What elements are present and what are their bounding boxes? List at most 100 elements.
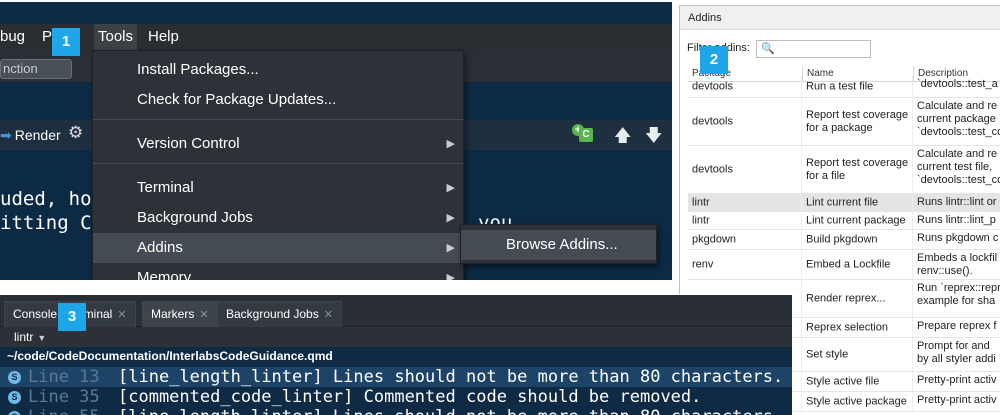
table-row[interactable]: pkgdown Build pkgdown Runs pkgdown c bbox=[688, 230, 1000, 250]
addin-description-cell: Run `reprex::repr example for sha bbox=[913, 280, 1000, 317]
tab-label: Console bbox=[13, 307, 58, 321]
menu-item-label: Addins bbox=[137, 239, 183, 256]
addin-name-cell: Run a test file bbox=[802, 76, 913, 97]
search-icon: 🔍 bbox=[761, 43, 775, 55]
menu-item-version-control[interactable]: Version Control ▶ bbox=[93, 129, 463, 159]
addin-description-cell: Prompt for and by all styler addi bbox=[913, 338, 1000, 371]
tab-markers[interactable]: Markers ✕ bbox=[142, 301, 218, 327]
tab-label: Background Jobs bbox=[226, 307, 319, 321]
addin-description-cell-text: Runs lintr::lint_p bbox=[917, 214, 996, 226]
addin-package-cell: devtools bbox=[688, 146, 802, 193]
arrow-up-icon[interactable]: 🡅 bbox=[614, 123, 631, 152]
menu-item-install-packages[interactable]: Install Packages... bbox=[93, 55, 463, 85]
addin-name-cell-text: Lint current package bbox=[806, 214, 906, 226]
addin-package-cell: renv bbox=[688, 250, 802, 279]
table-row[interactable]: lintr Lint current package Runs lintr::lin… bbox=[688, 212, 1000, 230]
submenu-arrow-icon: ▶ bbox=[446, 182, 455, 194]
addin-description-cell: Runs lintr::lint or bbox=[913, 194, 1000, 211]
pane-tab-bar: Console Terminal ✕ Markers ✕ Background Jo… bbox=[0, 295, 792, 327]
menu-separator bbox=[93, 163, 463, 164]
addin-package-cell-text: lintr bbox=[692, 214, 710, 226]
render-label: Render bbox=[14, 127, 61, 143]
table-row[interactable]: devtools Run a test file `devtools::test_a bbox=[688, 76, 1000, 98]
addin-name-cell-text: Build pkgdown bbox=[806, 233, 878, 245]
menu-item-label: Background Jobs bbox=[137, 209, 253, 226]
addin-description-cell: Prepare reprex f bbox=[913, 318, 1000, 337]
arrow-down-icon[interactable]: 🡇 bbox=[645, 123, 662, 152]
addin-name-cell: Build pkgdown bbox=[802, 230, 913, 249]
marker-source-dropdown[interactable]: lintr ▼ bbox=[0, 327, 792, 347]
menu-profile[interactable]: P bbox=[42, 24, 52, 50]
addin-name-cell-text: Report test coverage for a package bbox=[806, 108, 909, 134]
addin-name-cell-text: Reprex selection bbox=[806, 321, 888, 333]
filter-input[interactable]: 🔍 bbox=[756, 40, 871, 58]
addin-name-cell: Lint current file bbox=[802, 194, 913, 211]
addin-name-cell-text: Lint current file bbox=[806, 196, 879, 208]
render-button[interactable]: ➡ Render bbox=[0, 124, 61, 146]
table-row[interactable]: renv Embed a Lockfile Embeds a lockfil ren… bbox=[688, 250, 1000, 280]
addin-description-cell: Pretty-print activ bbox=[913, 372, 1000, 391]
gear-icon[interactable]: ⚙ bbox=[68, 123, 83, 143]
addin-description-cell: Calculate and re current test file, `dev… bbox=[913, 146, 1000, 193]
close-icon[interactable]: ✕ bbox=[324, 309, 333, 321]
tools-menu: Install Packages... Check for Package Up… bbox=[92, 50, 464, 280]
chevron-down-icon: ▼ bbox=[37, 333, 47, 343]
style-marker-icon: S bbox=[8, 391, 21, 404]
addin-name-cell: Render reprex... bbox=[802, 280, 913, 317]
marker-row[interactable]: S Line 35 [commented_code_linter] Commente… bbox=[0, 387, 792, 407]
addin-name-cell: Lint current package bbox=[802, 212, 913, 229]
table-row[interactable]: lintr Lint current file Runs lintr::lint o… bbox=[688, 194, 1000, 212]
addin-description-cell-text: `devtools::test_a bbox=[917, 78, 998, 90]
addin-description-cell: Runs pkgdown c bbox=[913, 230, 1000, 249]
addin-name-cell-text: Run a test file bbox=[806, 80, 874, 92]
marker-row[interactable]: S Line 13 [line_length_linter] Lines shoul… bbox=[0, 367, 792, 387]
addin-name-cell-text: Embed a Lockfile bbox=[806, 258, 891, 270]
tab-console[interactable]: Console bbox=[4, 301, 67, 327]
step-badge-1: 1 bbox=[52, 28, 80, 56]
addin-package-cell: lintr bbox=[688, 212, 802, 229]
tab-background-jobs[interactable]: Background Jobs ✕ bbox=[217, 301, 342, 327]
submenu-arrow-icon: ▶ bbox=[446, 272, 455, 280]
addin-package-cell-text: devtools bbox=[692, 115, 733, 127]
menu-item-background-jobs[interactable]: Background Jobs ▶ bbox=[93, 203, 463, 233]
addin-description-cell-text: Calculate and re current package `devtoo… bbox=[917, 100, 1000, 138]
addin-name-cell: Embed a Lockfile bbox=[802, 250, 913, 279]
addin-description-cell-text: Run `reprex::repr example for sha bbox=[917, 282, 1000, 307]
submenu-arrow-icon: ▶ bbox=[446, 138, 455, 150]
submenu-arrow-icon: ▶ bbox=[446, 212, 455, 224]
addin-description-cell: Pretty-print activ bbox=[913, 392, 1000, 411]
addin-package-cell-text: renv bbox=[692, 258, 714, 270]
addin-name-cell-text: Set style bbox=[806, 348, 849, 360]
addin-description-cell: Embeds a lockfil renv::use(). bbox=[913, 250, 1000, 279]
marker-line-number: Line 35 bbox=[28, 387, 100, 407]
addin-name-cell-text: Render reprex... bbox=[806, 292, 886, 304]
close-icon[interactable]: ✕ bbox=[199, 309, 208, 321]
menu-item-memory[interactable]: Memory ▶ bbox=[93, 263, 463, 280]
menu-item-addins[interactable]: Addins ▶ bbox=[93, 233, 463, 263]
menu-help[interactable]: Help bbox=[148, 24, 179, 50]
marker-message: [line_length_linter] Lines should not be… bbox=[118, 407, 783, 415]
menu-bar: bug P Tools Help bbox=[0, 24, 672, 50]
menu-debug[interactable]: bug bbox=[0, 24, 25, 50]
marker-message: [line_length_linter] Lines should not be… bbox=[118, 367, 784, 387]
addin-name-cell-text: Report test coverage for a file bbox=[806, 156, 909, 182]
addin-description-cell-text: Prompt for and by all styler addi bbox=[917, 340, 996, 365]
addin-package-cell-text: devtools bbox=[692, 80, 733, 92]
menu-item-terminal[interactable]: Terminal ▶ bbox=[93, 173, 463, 203]
table-row[interactable]: devtools Report test coverage for a file C… bbox=[688, 146, 1000, 194]
addin-name-cell: Set style bbox=[802, 338, 913, 371]
addin-name-cell: Reprex selection bbox=[802, 318, 913, 337]
markers-pane: Console Terminal ✕ Markers ✕ Background Jo… bbox=[0, 294, 792, 415]
close-icon[interactable]: ✕ bbox=[117, 309, 126, 321]
table-row[interactable]: devtools Report test coverage for a packa… bbox=[688, 98, 1000, 146]
menu-tools[interactable]: Tools bbox=[94, 24, 138, 50]
addin-name-cell: Style active package bbox=[802, 392, 913, 411]
addin-description-cell-text: Runs pkgdown c bbox=[917, 232, 999, 244]
marker-row[interactable]: S Line 55 [line_length_linter] Lines shoul… bbox=[0, 407, 792, 415]
style-marker-icon: S bbox=[8, 411, 21, 415]
function-dropdown[interactable]: nction bbox=[0, 59, 72, 79]
menu-item-label: Terminal bbox=[137, 179, 194, 196]
insert-code-chunk-icon[interactable]: + C bbox=[572, 124, 594, 142]
menu-item-browse-addins[interactable]: Browse Addins... bbox=[461, 230, 656, 260]
menu-item-check-updates[interactable]: Check for Package Updates... bbox=[93, 85, 463, 115]
